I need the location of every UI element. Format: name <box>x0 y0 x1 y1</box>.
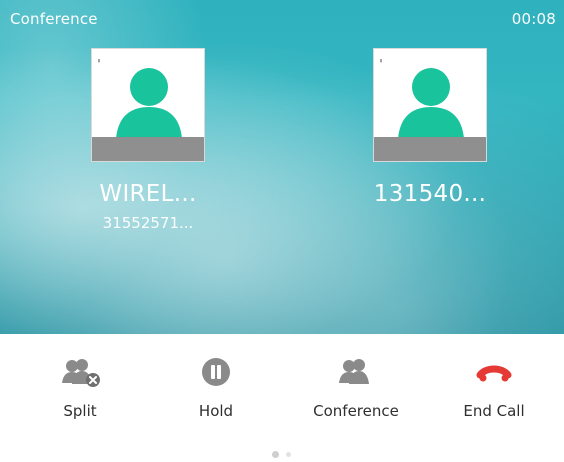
avatar <box>373 48 487 162</box>
participant-number: 31552571... <box>102 214 194 232</box>
participant-card: 131540... <box>350 48 510 214</box>
call-timer: 00:08 <box>511 10 556 28</box>
page-dot-inactive <box>286 452 291 457</box>
participant-name: WIREL... <box>99 181 197 207</box>
call-area: Conference 00:08 WIREL... 31552571... 13… <box>0 0 564 334</box>
split-label: Split <box>63 402 97 420</box>
participant-card: WIREL... 31552571... <box>68 48 228 232</box>
status-bar: Conference 00:08 <box>0 0 564 36</box>
end-call-icon <box>471 354 517 390</box>
avatar-status-bar <box>92 137 204 161</box>
avatar <box>91 48 205 162</box>
participant-name: 131540... <box>373 181 487 207</box>
lock-icon <box>94 50 104 64</box>
pause-icon <box>193 354 239 390</box>
hold-button[interactable]: Hold <box>156 354 276 420</box>
split-icon <box>57 354 103 390</box>
conference-icon <box>333 354 379 390</box>
end-call-label: End Call <box>463 402 525 420</box>
hold-label: Hold <box>198 402 234 420</box>
conference-label: Conference <box>313 402 399 420</box>
call-status-title: Conference <box>10 10 98 28</box>
split-button[interactable]: Split <box>20 354 140 420</box>
avatar-status-bar <box>374 137 486 161</box>
end-call-button[interactable]: End Call <box>434 354 554 420</box>
lock-icon <box>376 50 386 64</box>
call-controls: Split Hold Conference End Call <box>0 334 564 462</box>
page-dot-active <box>272 451 279 458</box>
page-indicator <box>272 449 302 459</box>
conference-button[interactable]: Conference <box>296 354 416 420</box>
